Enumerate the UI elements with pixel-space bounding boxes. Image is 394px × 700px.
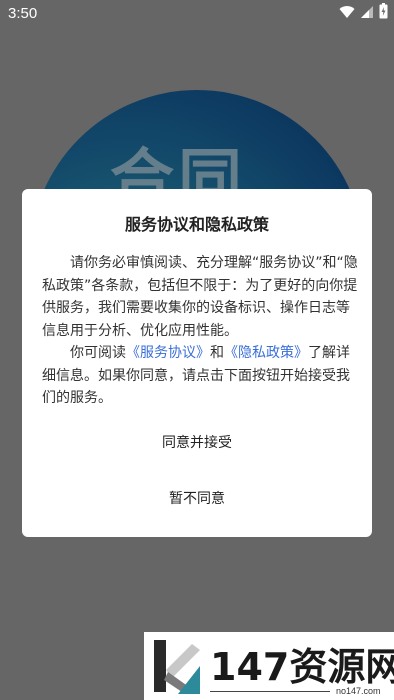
privacy-dialog: 服务协议和隐私政策 请你务必审慎阅读、充分理解“服务协议”和“隐私政策”各条款，… — [22, 189, 372, 537]
watermark-logo-icon — [154, 640, 200, 694]
watermark: 147资源网 no147.com — [144, 632, 394, 700]
status-time: 3:50 — [8, 5, 38, 22]
battery-icon — [379, 3, 388, 23]
watermark-url: no147.com — [336, 686, 381, 696]
dialog-title: 服务协议和隐私政策 — [124, 215, 269, 234]
status-icons — [339, 3, 388, 23]
dialog-body: 请你务必审慎阅读、充分理解“服务协议”和“隐私政策”各条款，包括但不限于：为了更… — [42, 252, 358, 410]
service-agreement-link[interactable]: 《服务协议》 — [126, 345, 210, 361]
dialog-paragraph-2: 你可阅读《服务协议》和《隐私政策》了解详细信息。如果你同意，请点击下面按钮开始接… — [42, 342, 358, 410]
wifi-icon — [339, 4, 355, 23]
signal-icon — [360, 4, 374, 23]
privacy-policy-link[interactable]: 《隐私政策》 — [224, 345, 308, 361]
paragraph2-prefix: 你可阅读 — [70, 345, 126, 361]
and-text: 和 — [210, 345, 224, 361]
dialog-paragraph-1: 请你务必审慎阅读、充分理解“服务协议”和“隐私政策”各条款，包括但不限于：为了更… — [42, 255, 358, 339]
screen: 合同 3:50 服务协议和隐私政策 请你务必审慎阅读、充分理解“服务协议”和“隐… — [0, 0, 394, 700]
watermark-text: 147资源网 — [210, 645, 394, 689]
watermark-divider — [210, 691, 330, 692]
disagree-button[interactable]: 暂不同意 — [22, 479, 372, 519]
status-bar: 3:50 — [0, 0, 394, 28]
agree-button[interactable]: 同意并接受 — [22, 423, 372, 463]
